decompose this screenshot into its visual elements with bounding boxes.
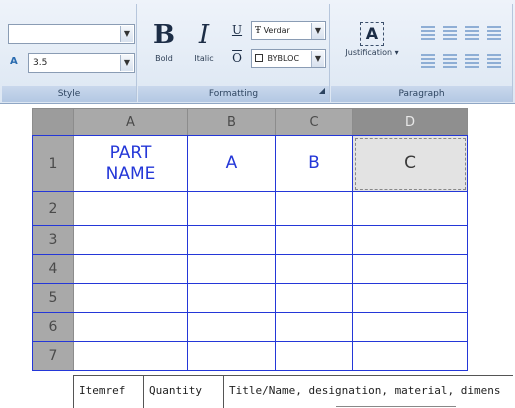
column-header-row: A B C D [32,108,468,136]
row-header-3[interactable]: 3 [32,225,74,255]
bold-button[interactable]: B Bold [146,18,182,74]
overline-button[interactable]: O [228,49,246,67]
table-cell[interactable] [275,225,353,255]
table-cell[interactable] [352,341,468,371]
align-right-icon[interactable] [465,26,479,40]
italic-label: Italic [194,54,214,63]
column-header-a[interactable]: A [73,108,188,136]
italic-button[interactable]: I Italic [186,18,222,74]
chevron-down-icon[interactable]: ▼ [120,55,133,71]
cell-b1[interactable]: A [187,135,276,192]
column-header-d[interactable]: D [352,108,468,136]
row-header-5[interactable]: 5 [32,283,74,313]
table-row: 2 [32,191,468,226]
select-all-corner[interactable] [32,108,74,136]
table-row: 7 [32,341,468,371]
table-row: 4 [32,254,468,284]
formatting-panel: B Bold I Italic U O Ŧ Verdar ▼ BYBLOC ▼ … [138,4,330,102]
font-value: Verdar [263,26,290,35]
paragraph-panel-title: Paragraph [331,86,512,102]
chevron-down-icon[interactable]: ▼ [120,26,133,42]
table-cell[interactable] [275,341,353,371]
font-dropdown[interactable]: Ŧ Verdar ▼ [251,21,326,40]
table-cell[interactable] [187,341,276,371]
table-grid: A B C D 1 PART NAME A B C 2 3 4 5 6 7 [32,108,468,371]
row-header-7[interactable]: 7 [32,341,74,371]
text-height-icon: A [10,56,18,67]
column-header-c[interactable]: C [275,108,353,136]
text-justification-icon: A [360,22,384,46]
title-block-quantity: Quantity [144,376,224,408]
align-center-icon[interactable] [443,26,457,40]
table-cell[interactable] [187,191,276,226]
distribute-icon[interactable] [443,54,457,68]
table-row: 1 PART NAME A B C [32,135,468,192]
text-height-dropdown[interactable]: 3.5 ▼ [28,53,135,73]
table-cell[interactable] [352,312,468,342]
bold-label: Bold [155,54,173,63]
line-spacing-icon[interactable] [465,54,479,68]
formatting-panel-title: Formatting ◢ [138,86,329,102]
table-cell[interactable] [73,225,188,255]
text-style-dropdown[interactable]: ▼ [8,24,135,44]
table-cell[interactable] [352,283,468,313]
table-cell[interactable] [275,283,353,313]
cell-c1[interactable]: B [275,135,353,192]
color-value: BYBLOC [267,54,300,63]
row-header-2[interactable]: 2 [32,191,74,226]
align-justify-icon[interactable] [487,26,501,40]
table-cell[interactable] [352,225,468,255]
row-header-4[interactable]: 4 [32,254,74,284]
table-row: 5 [32,283,468,313]
color-swatch-icon [255,54,263,62]
underline-button[interactable]: U [228,21,246,39]
text-height-value: 3.5 [33,58,48,68]
table-cell[interactable] [73,254,188,284]
chevron-down-icon[interactable]: ▼ [311,51,324,67]
style-panel: ▼ A 3.5 ▼ Style [2,4,137,102]
table-cell[interactable] [187,254,276,284]
row-header-6[interactable]: 6 [32,312,74,342]
table-cell[interactable] [187,312,276,342]
table-cell[interactable] [73,312,188,342]
table-cell[interactable] [187,283,276,313]
table-cell[interactable] [73,341,188,371]
table-cell[interactable] [73,283,188,313]
style-panel-title: Style [2,86,136,102]
table-cell[interactable] [352,254,468,284]
paragraph-spacing-icon[interactable] [421,54,435,68]
numbering-icon[interactable] [487,54,501,68]
bold-icon: B [153,20,175,50]
cell-d1[interactable]: C [352,135,468,192]
table-cell[interactable] [73,191,188,226]
table-cell[interactable] [275,254,353,284]
title-block-strip: Itemref Quantity Title/Name, designation… [73,375,513,408]
title-block-itemref: Itemref [74,376,144,408]
column-header-b[interactable]: B [187,108,276,136]
justification-button[interactable]: A Justification ▾ [337,18,407,76]
table-cell[interactable] [275,312,353,342]
table-cell[interactable] [187,225,276,255]
table-cell[interactable] [352,191,468,226]
align-left-icon[interactable] [421,26,435,40]
text-editor-ribbon: ▼ A 3.5 ▼ Style B Bold I Italic U O Ŧ Ve… [0,0,515,104]
italic-icon: I [198,20,210,50]
table-row: 3 [32,225,468,255]
divider [336,406,456,407]
paragraph-panel: A Justification ▾ Paragraph [331,4,513,102]
text-height-row: A 3.5 ▼ [8,53,135,73]
title-block-title: Title/Name, designation, material, dimen… [229,384,501,397]
chevron-down-icon[interactable]: ▼ [311,23,324,39]
row-header-1[interactable]: 1 [32,135,74,192]
truetype-font-icon: Ŧ [255,26,262,36]
table-cell[interactable] [275,191,353,226]
cell-a1[interactable]: PART NAME [73,135,188,192]
table-row: 6 [32,312,468,342]
color-dropdown[interactable]: BYBLOC ▼ [251,49,326,68]
panel-expand-icon[interactable]: ◢ [319,83,325,99]
formatting-panel-label: Formatting [208,89,259,99]
justification-label: Justification ▾ [345,48,399,57]
